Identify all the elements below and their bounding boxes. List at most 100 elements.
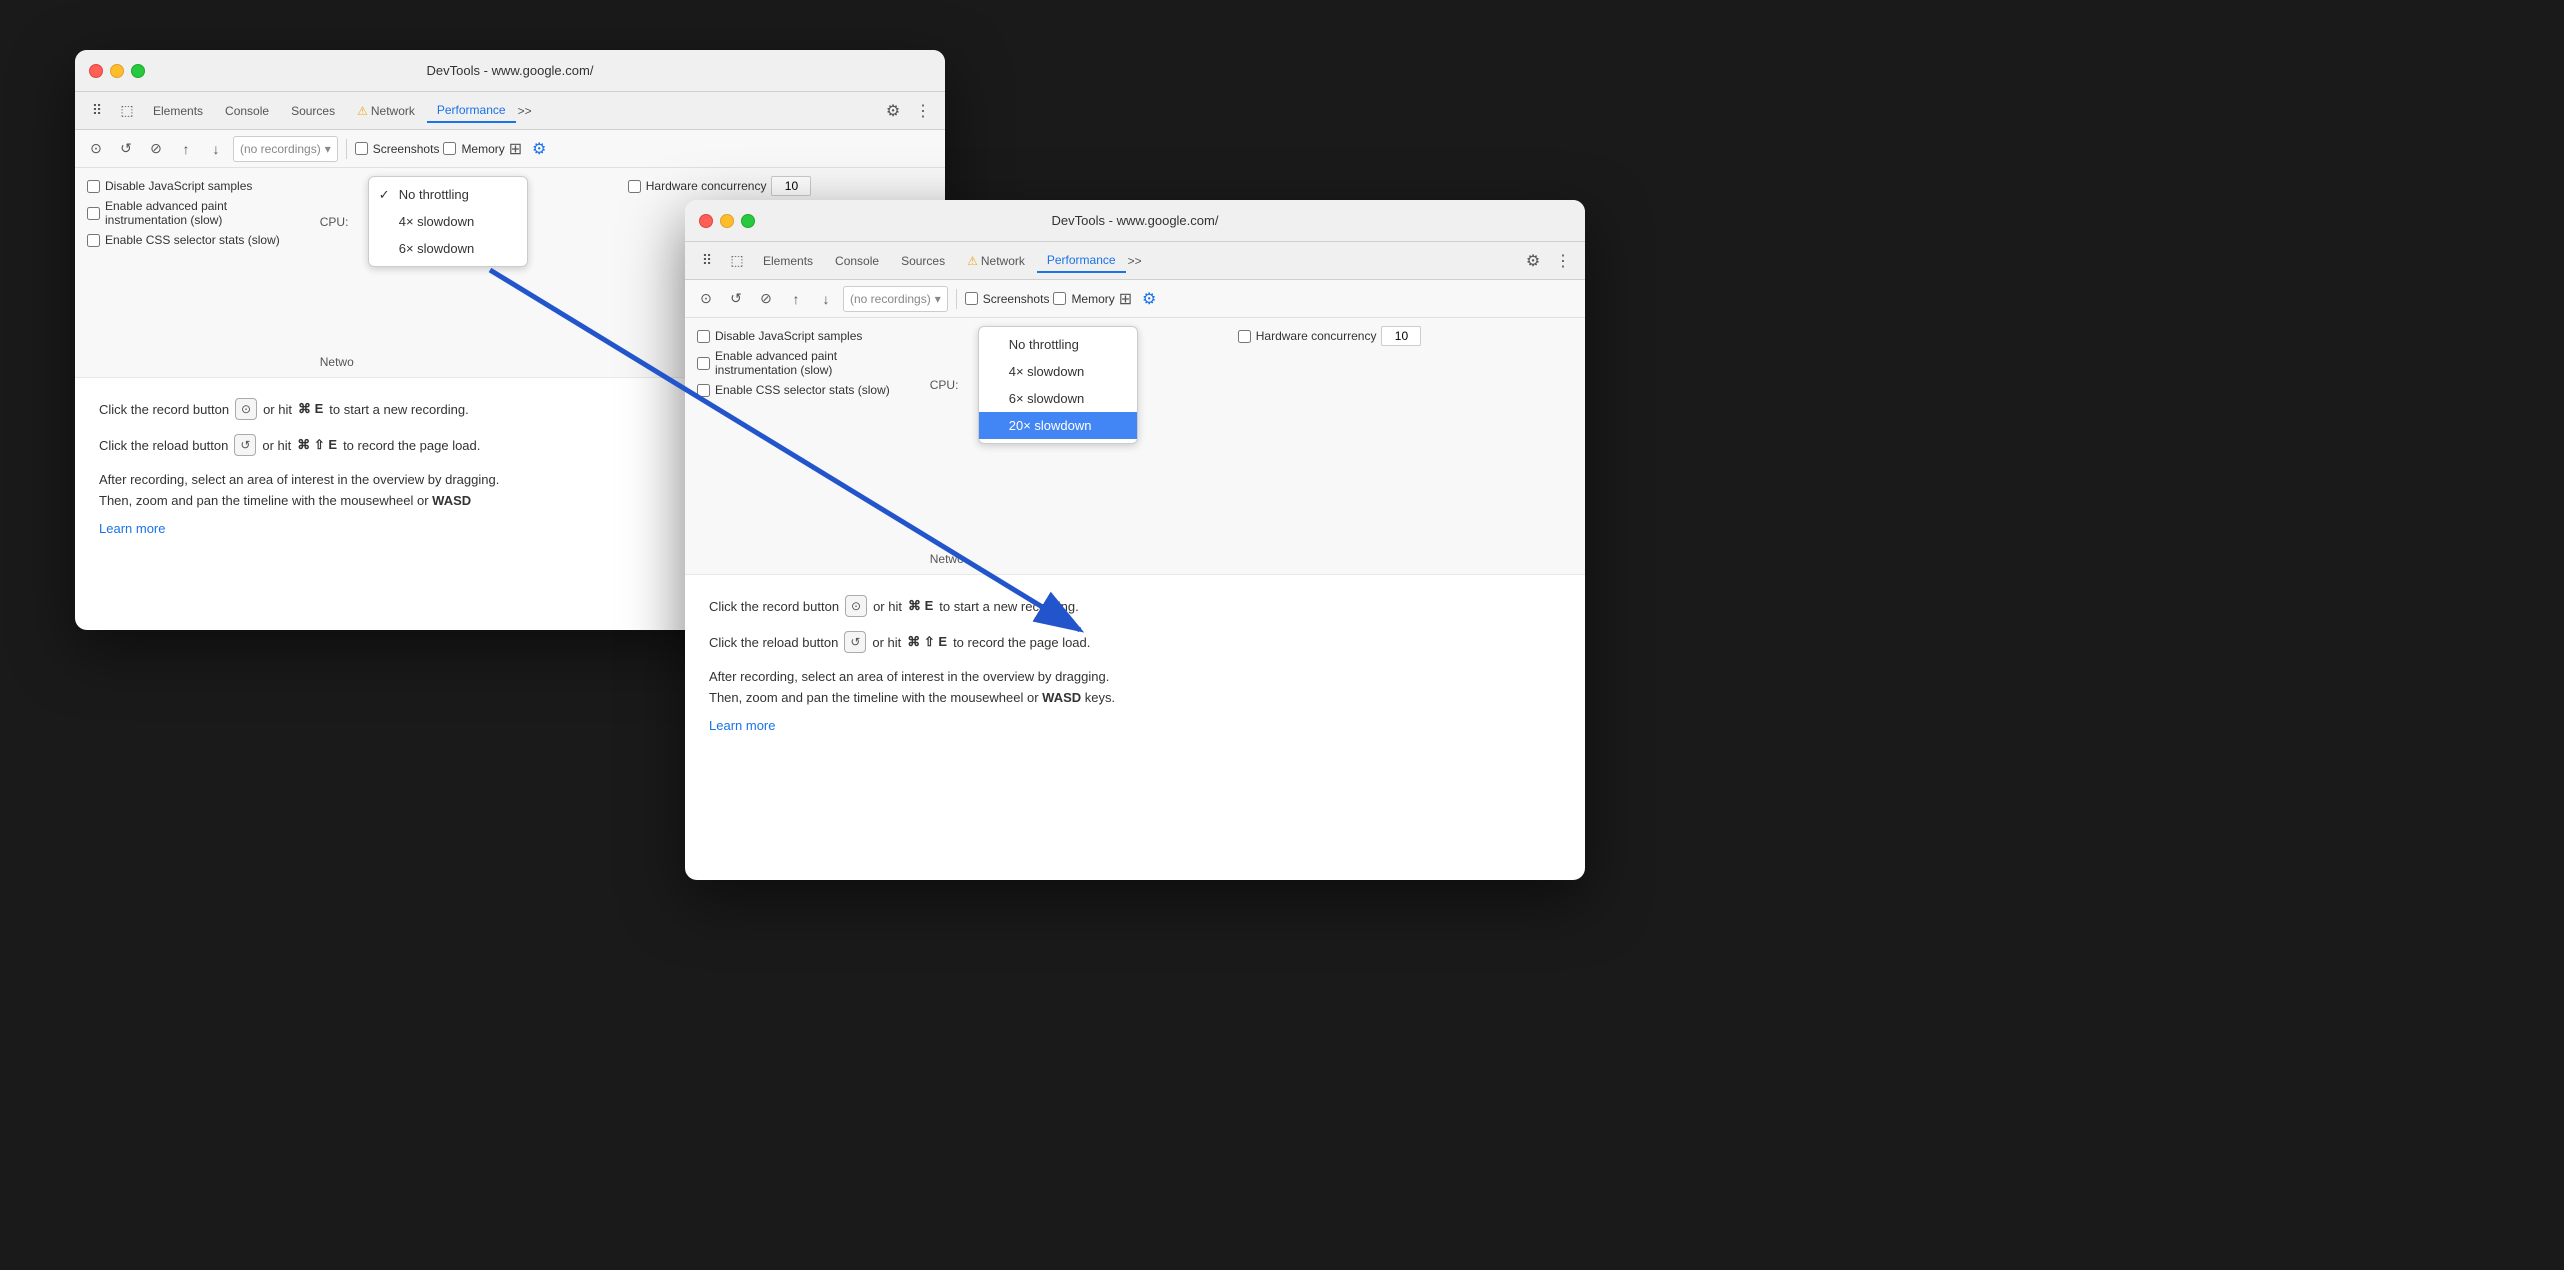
- tab-sources-2[interactable]: Sources: [891, 250, 955, 272]
- recordings-label-1: (no recordings): [240, 142, 321, 156]
- record-button-1[interactable]: ⊙: [83, 136, 109, 162]
- cpu-dropdown-menu-2[interactable]: No throttling 4× slowdown 6× slowdown 20…: [978, 326, 1138, 444]
- memory-input-2[interactable]: [1053, 292, 1066, 305]
- css-stats-label-1: Enable CSS selector stats (slow): [105, 233, 280, 247]
- close-button-2[interactable]: [699, 214, 713, 228]
- reload-button-2[interactable]: ↺: [723, 286, 749, 312]
- tab-network-1[interactable]: ⚠ Network: [347, 100, 425, 122]
- tab-performance-2[interactable]: Performance: [1037, 249, 1126, 273]
- tab-elements-1[interactable]: Elements: [143, 100, 213, 122]
- maximize-button-2[interactable]: [741, 214, 755, 228]
- settings-icon-2[interactable]: ⚙: [1519, 247, 1547, 275]
- throttle-none-2[interactable]: No throttling: [979, 331, 1137, 358]
- tab-network-2[interactable]: ⚠ Network: [957, 250, 1035, 272]
- toolbar-1: ⊙ ↺ ⊘ ↑ ↓ (no recordings) ▾ Screenshots …: [75, 130, 945, 168]
- close-button-1[interactable]: [89, 64, 103, 78]
- clear-button-2[interactable]: ⊘: [753, 286, 779, 312]
- memory-checkbox-2[interactable]: Memory: [1053, 292, 1114, 306]
- cpu-icon-2: ⊞: [1119, 289, 1132, 309]
- hw-concurrency-checkbox-2[interactable]: Hardware concurrency: [1238, 326, 1422, 346]
- learn-more-link-2[interactable]: Learn more: [709, 718, 775, 733]
- record-button-2[interactable]: ⊙: [693, 286, 719, 312]
- tab-performance-1[interactable]: Performance: [427, 99, 516, 123]
- reload-kbd-icon-2: ↺: [844, 631, 866, 653]
- tab-more-2[interactable]: >>: [1128, 254, 1142, 268]
- download-button-1[interactable]: ↓: [203, 136, 229, 162]
- screenshots-input-2[interactable]: [965, 292, 978, 305]
- download-button-2[interactable]: ↓: [813, 286, 839, 312]
- toolbar-2: ⊙ ↺ ⊘ ↑ ↓ (no recordings) ▾ Screenshots …: [685, 280, 1585, 318]
- disable-js-checkbox-2[interactable]: Disable JavaScript samples: [697, 329, 862, 343]
- throttle-4x-1[interactable]: 4× slowdown: [369, 208, 527, 235]
- memory-label-1: Memory: [461, 142, 504, 156]
- reload-instruction-2: Click the reload button ↺ or hit ⌘ ⇧ E t…: [709, 631, 1561, 653]
- hw-concurrency-label-1: Hardware concurrency: [646, 179, 767, 193]
- config-icon-1[interactable]: ⚙: [526, 136, 552, 162]
- screenshots-input-1[interactable]: [355, 142, 368, 155]
- layers-icon-2[interactable]: ⬚: [723, 247, 751, 275]
- network-label-2: Netwo: [930, 552, 972, 566]
- hw-concurrency-input-1[interactable]: [771, 176, 811, 196]
- tab-sources-1[interactable]: Sources: [281, 100, 345, 122]
- settings-row-2-2: Enable advanced paintinstrumentation (sl…: [697, 346, 890, 380]
- cpu-dropdown-1[interactable]: No throttling 4× slowdown 6× slowdown: [368, 176, 528, 267]
- more-options-icon-2[interactable]: ⋮: [1549, 247, 1577, 275]
- adv-paint-checkbox-1[interactable]: Enable advanced paintinstrumentation (sl…: [87, 199, 227, 227]
- record-icon-1: ⊙: [235, 398, 257, 420]
- screenshots-checkbox-2[interactable]: Screenshots: [965, 292, 1050, 306]
- memory-checkbox-1[interactable]: Memory: [443, 142, 504, 156]
- layers-icon[interactable]: ⬚: [113, 97, 141, 125]
- reload-button-1[interactable]: ↺: [113, 136, 139, 162]
- description-2: After recording, select an area of inter…: [709, 667, 1561, 709]
- dropdown-arrow-2: ▾: [935, 292, 941, 306]
- tab-console-2[interactable]: Console: [825, 250, 889, 272]
- minimize-button-2[interactable]: [720, 214, 734, 228]
- memory-label-2: Memory: [1071, 292, 1114, 306]
- throttle-6x-2[interactable]: 6× slowdown: [979, 385, 1137, 412]
- tab-more-1[interactable]: >>: [518, 104, 532, 118]
- hw-concurrency-label-2: Hardware concurrency: [1256, 329, 1377, 343]
- throttle-4x-2[interactable]: 4× slowdown: [979, 358, 1137, 385]
- clear-button-1[interactable]: ⊘: [143, 136, 169, 162]
- memory-input-1[interactable]: [443, 142, 456, 155]
- tab-console-1[interactable]: Console: [215, 100, 279, 122]
- traffic-lights-1: [89, 64, 145, 78]
- maximize-button-1[interactable]: [131, 64, 145, 78]
- screenshots-label-1: Screenshots: [373, 142, 440, 156]
- cpu-icon-1: ⊞: [509, 139, 522, 159]
- css-stats-checkbox-2[interactable]: Enable CSS selector stats (slow): [697, 383, 890, 397]
- minimize-button-1[interactable]: [110, 64, 124, 78]
- warning-icon-1: ⚠: [357, 104, 368, 118]
- adv-paint-label-2: Enable advanced paintinstrumentation (sl…: [715, 349, 837, 377]
- hw-concurrency-checkbox-1[interactable]: Hardware concurrency: [628, 176, 812, 196]
- adv-paint-checkbox-2[interactable]: Enable advanced paintinstrumentation (sl…: [697, 349, 837, 377]
- throttle-none-1[interactable]: No throttling: [369, 181, 527, 208]
- title-bar-2: DevTools - www.google.com/: [685, 200, 1585, 242]
- learn-more-link-1[interactable]: Learn more: [99, 521, 165, 536]
- hw-concurrency-input-2[interactable]: [1381, 326, 1421, 346]
- screenshots-checkbox-1[interactable]: Screenshots: [355, 142, 440, 156]
- cursor-icon-2[interactable]: ⠿: [693, 247, 721, 275]
- tab-elements-2[interactable]: Elements: [753, 250, 823, 272]
- more-options-icon-1[interactable]: ⋮: [909, 97, 937, 125]
- upload-button-2[interactable]: ↑: [783, 286, 809, 312]
- network-label-1: Netwo: [320, 355, 362, 369]
- settings-row-2-1: Disable JavaScript samples: [697, 326, 890, 346]
- css-stats-checkbox-1[interactable]: Enable CSS selector stats (slow): [87, 233, 280, 247]
- upload-button-1[interactable]: ↑: [173, 136, 199, 162]
- disable-js-label-1: Disable JavaScript samples: [105, 179, 252, 193]
- cursor-icon[interactable]: ⠿: [83, 97, 111, 125]
- settings-row-2-3: Enable CSS selector stats (slow): [697, 380, 890, 400]
- disable-js-checkbox-1[interactable]: Disable JavaScript samples: [87, 179, 252, 193]
- throttle-20x-2[interactable]: 20× slowdown: [979, 412, 1137, 439]
- devtools-window-2: DevTools - www.google.com/ ⠿ ⬚ Elements …: [685, 200, 1585, 880]
- settings-icon-1[interactable]: ⚙: [879, 97, 907, 125]
- tab-bar-1: ⠿ ⬚ Elements Console Sources ⚠ Network P…: [75, 92, 945, 130]
- config-icon-2[interactable]: ⚙: [1136, 286, 1162, 312]
- throttle-6x-1[interactable]: 6× slowdown: [369, 235, 527, 262]
- cpu-dropdown-menu-1[interactable]: No throttling 4× slowdown 6× slowdown: [368, 176, 528, 267]
- recordings-dropdown-2[interactable]: (no recordings) ▾: [843, 286, 948, 312]
- cpu-dropdown-2[interactable]: No throttling 4× slowdown 6× slowdown 20…: [978, 326, 1138, 444]
- recordings-dropdown-1[interactable]: (no recordings) ▾: [233, 136, 338, 162]
- recordings-label-2: (no recordings): [850, 292, 931, 306]
